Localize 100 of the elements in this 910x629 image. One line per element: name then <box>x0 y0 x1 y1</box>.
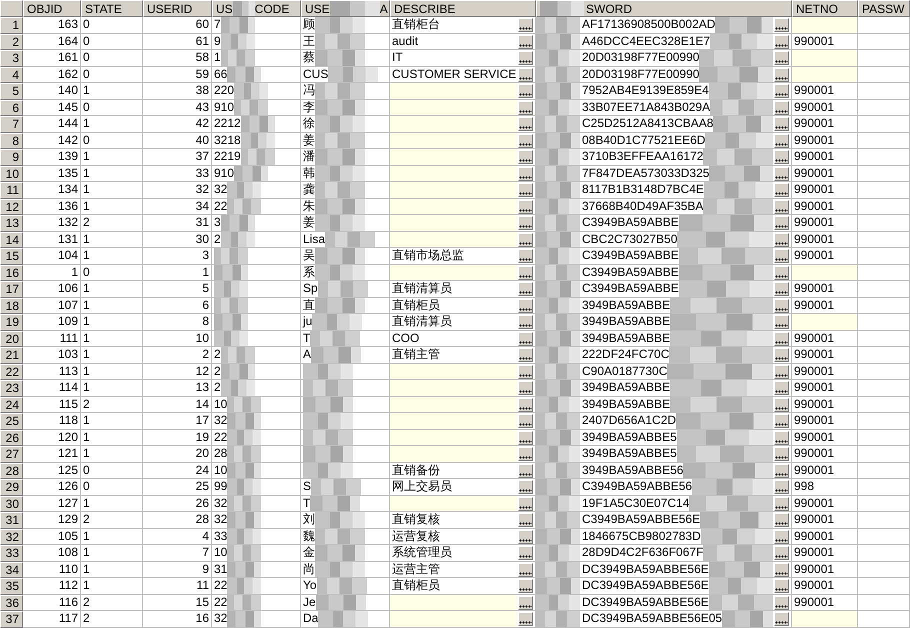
more-button[interactable] <box>518 68 533 82</box>
row-header[interactable]: 27 <box>0 446 23 462</box>
row-header[interactable]: 7 <box>0 116 23 132</box>
more-button[interactable] <box>518 562 533 576</box>
more-button[interactable] <box>774 612 789 626</box>
more-button[interactable] <box>518 117 533 131</box>
more-button[interactable] <box>518 18 533 32</box>
more-button[interactable] <box>774 332 789 346</box>
row-header[interactable]: 37 <box>0 611 23 628</box>
row-header[interactable]: 12 <box>0 198 23 215</box>
more-button[interactable] <box>518 150 533 164</box>
more-button[interactable] <box>774 447 789 461</box>
more-button[interactable] <box>774 496 789 510</box>
more-button[interactable] <box>518 100 533 114</box>
row-header[interactable]: 32 <box>0 528 23 545</box>
row-header[interactable]: 2 <box>0 34 23 50</box>
row-header[interactable]: 11 <box>0 182 23 198</box>
more-button[interactable] <box>774 315 789 329</box>
row-header[interactable]: 15 <box>0 248 23 264</box>
more-button[interactable] <box>774 398 789 412</box>
more-button[interactable] <box>774 364 789 378</box>
row-header[interactable]: 23 <box>0 380 23 396</box>
row-header[interactable]: 22 <box>0 364 23 380</box>
more-button[interactable] <box>518 398 533 412</box>
more-button[interactable] <box>774 282 789 296</box>
row-header[interactable]: 5 <box>0 83 23 100</box>
row-header[interactable]: 6 <box>0 100 23 116</box>
more-button[interactable] <box>518 232 533 246</box>
row-header[interactable]: 4 <box>0 66 23 83</box>
more-button[interactable] <box>518 34 533 48</box>
more-button[interactable] <box>774 579 789 593</box>
row-header[interactable]: 36 <box>0 594 23 611</box>
row-header[interactable]: 14 <box>0 232 23 248</box>
more-button[interactable] <box>774 546 789 560</box>
row-header[interactable]: 24 <box>0 396 23 413</box>
more-button[interactable] <box>774 430 789 444</box>
row-header[interactable]: 16 <box>0 264 23 281</box>
more-button[interactable] <box>774 298 789 312</box>
more-button[interactable] <box>774 117 789 131</box>
more-button[interactable] <box>518 530 533 544</box>
more-button[interactable] <box>518 381 533 395</box>
more-button[interactable] <box>518 266 533 280</box>
row-header[interactable]: 9 <box>0 149 23 166</box>
more-button[interactable] <box>518 447 533 461</box>
more-button[interactable] <box>774 183 789 197</box>
more-button[interactable] <box>518 51 533 65</box>
more-button[interactable] <box>774 84 789 98</box>
row-header[interactable]: 13 <box>0 215 23 232</box>
row-header[interactable]: 21 <box>0 347 23 364</box>
row-header[interactable]: 33 <box>0 545 23 562</box>
more-button[interactable] <box>518 282 533 296</box>
row-header[interactable]: 20 <box>0 330 23 347</box>
more-button[interactable] <box>774 414 789 428</box>
more-button[interactable] <box>774 480 789 494</box>
more-button[interactable] <box>774 249 789 263</box>
column-header[interactable]: NETNO <box>792 0 858 17</box>
column-header[interactable]: USERID <box>143 0 212 17</box>
more-button[interactable] <box>518 513 533 527</box>
more-button[interactable] <box>774 232 789 246</box>
more-button[interactable] <box>774 200 789 214</box>
row-header[interactable]: 28 <box>0 462 23 479</box>
more-button[interactable] <box>518 464 533 478</box>
more-button[interactable] <box>774 530 789 544</box>
more-button[interactable] <box>774 68 789 82</box>
more-button[interactable] <box>518 216 533 230</box>
row-header[interactable]: 31 <box>0 512 23 528</box>
row-header[interactable]: 30 <box>0 496 23 512</box>
more-button[interactable] <box>518 364 533 378</box>
more-button[interactable] <box>774 51 789 65</box>
row-header[interactable]: 8 <box>0 132 23 149</box>
more-button[interactable] <box>518 480 533 494</box>
more-button[interactable] <box>518 332 533 346</box>
more-button[interactable] <box>774 266 789 280</box>
column-header[interactable]: SWORD <box>536 0 792 17</box>
row-header[interactable]: 18 <box>0 298 23 314</box>
row-header[interactable]: 19 <box>0 314 23 330</box>
more-button[interactable] <box>774 166 789 180</box>
more-button[interactable] <box>518 84 533 98</box>
more-button[interactable] <box>774 348 789 362</box>
more-button[interactable] <box>518 414 533 428</box>
more-button[interactable] <box>774 100 789 114</box>
row-header[interactable]: 25 <box>0 413 23 430</box>
column-header[interactable]: OBJID <box>23 0 81 17</box>
more-button[interactable] <box>774 381 789 395</box>
more-button[interactable] <box>774 34 789 48</box>
row-header[interactable]: 26 <box>0 430 23 446</box>
more-button[interactable] <box>774 464 789 478</box>
more-button[interactable] <box>518 348 533 362</box>
more-button[interactable] <box>518 315 533 329</box>
column-header[interactable]: PASSW <box>858 0 910 17</box>
more-button[interactable] <box>518 579 533 593</box>
row-header[interactable]: 17 <box>0 281 23 298</box>
row-header[interactable]: 29 <box>0 479 23 496</box>
column-header[interactable]: STATE <box>81 0 143 17</box>
more-button[interactable] <box>518 183 533 197</box>
column-header[interactable]: US CODE <box>212 0 301 17</box>
row-header[interactable]: 35 <box>0 578 23 594</box>
more-button[interactable] <box>774 216 789 230</box>
column-header[interactable]: DESCRIBE <box>390 0 536 17</box>
more-button[interactable] <box>518 496 533 510</box>
